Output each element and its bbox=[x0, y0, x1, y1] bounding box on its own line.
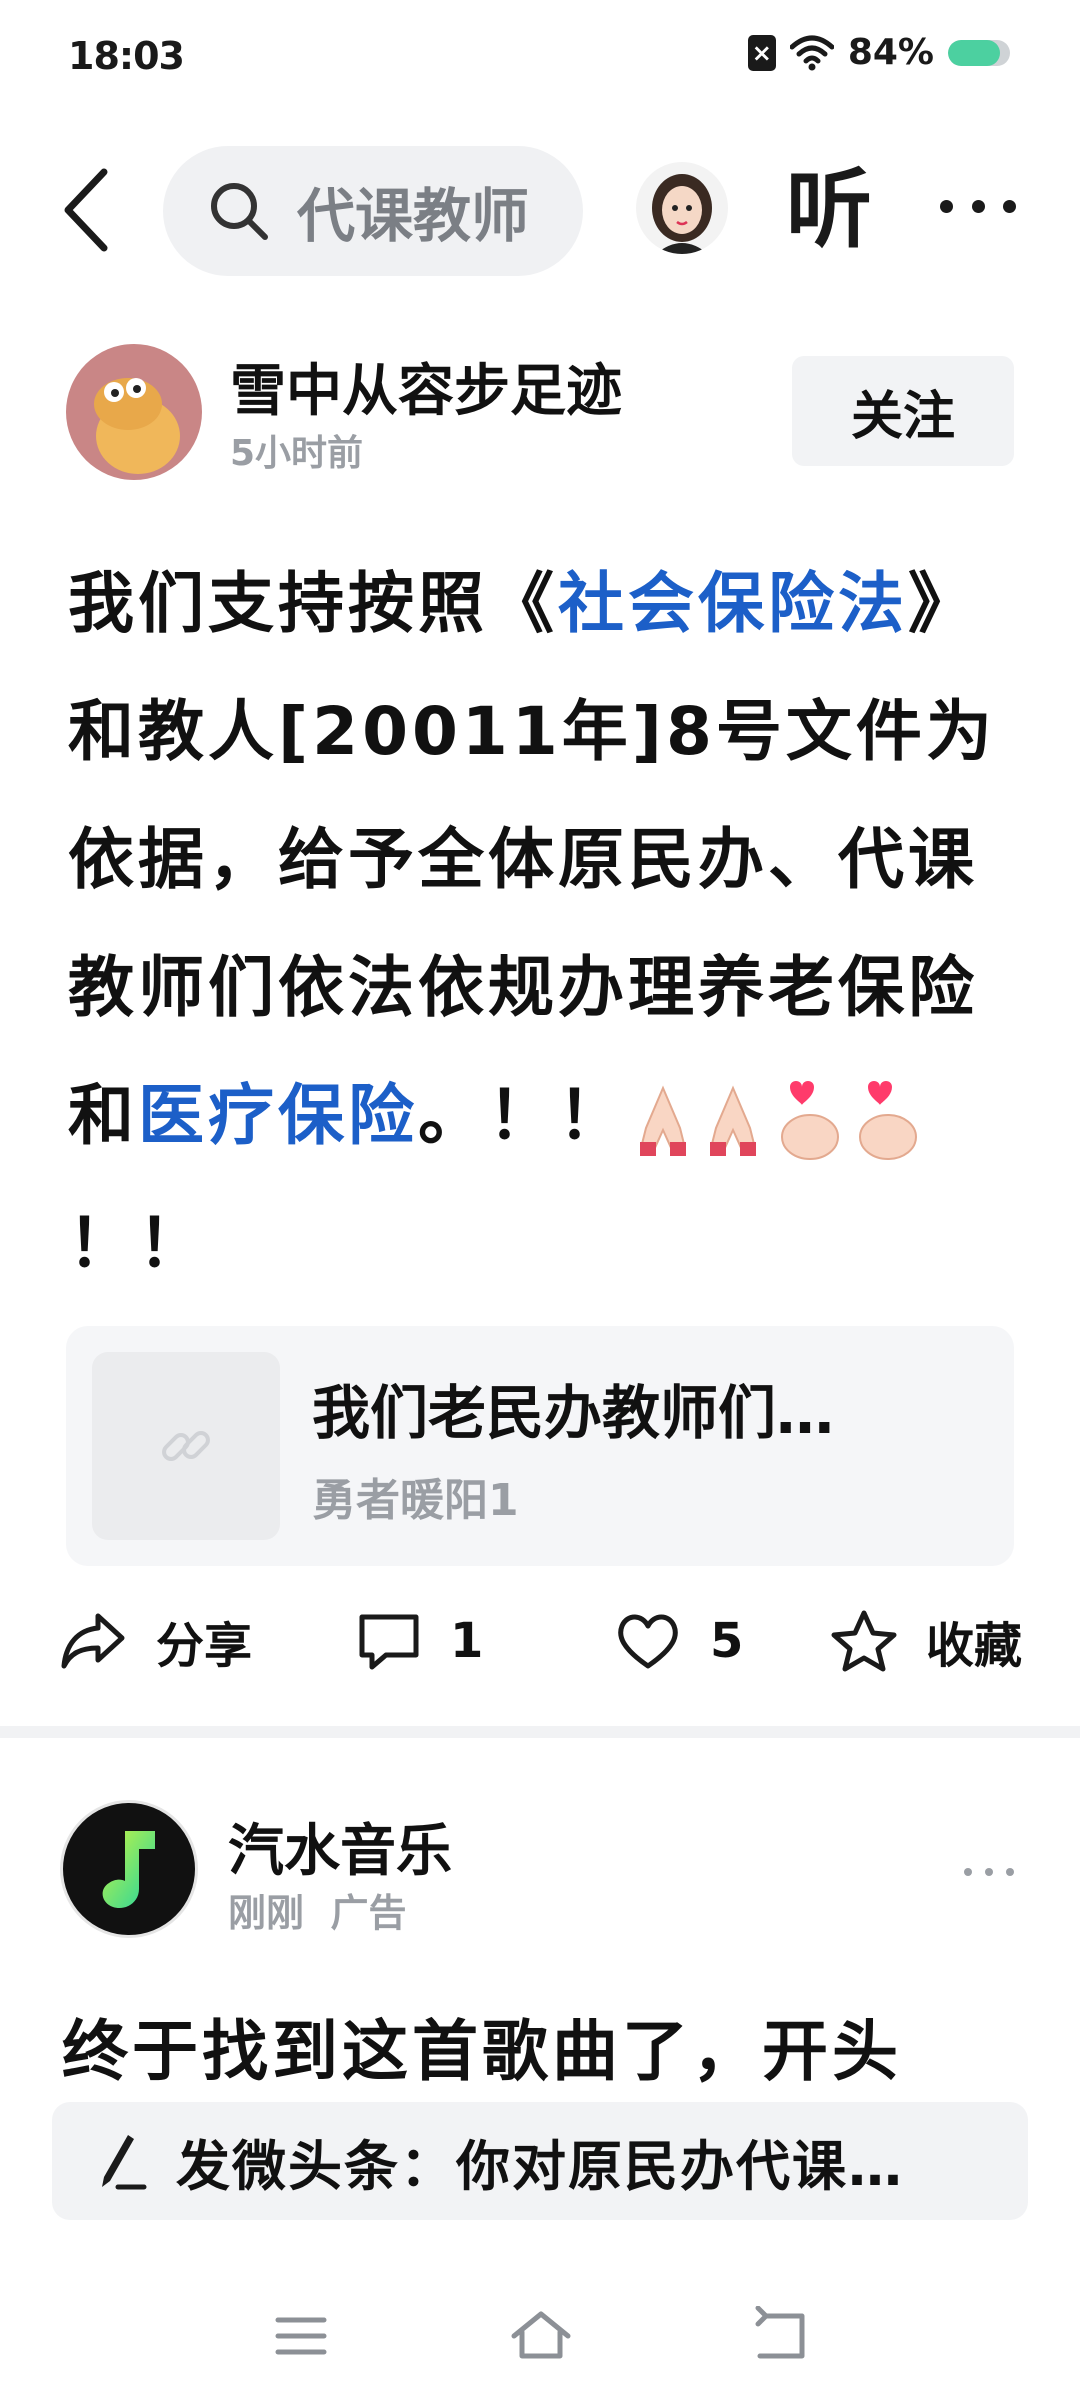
share-icon bbox=[61, 1613, 125, 1669]
listen-button[interactable]: 听 bbox=[786, 160, 872, 260]
comment-icon bbox=[359, 1614, 419, 1670]
finger-heart-icon bbox=[859, 1080, 917, 1160]
link-social-insurance-law[interactable]: 社会保险法 bbox=[558, 565, 908, 642]
author-avatar-illustration bbox=[94, 378, 180, 474]
back-arrow-icon[interactable] bbox=[54, 160, 124, 260]
battery-fill bbox=[948, 39, 1001, 66]
finger-heart-icon bbox=[781, 1080, 839, 1160]
ad-avatar[interactable] bbox=[60, 1800, 198, 1938]
like-button[interactable]: 5 bbox=[614, 1606, 743, 1676]
status-time: 18:03 bbox=[68, 34, 185, 78]
ad-more-icon[interactable] bbox=[964, 1868, 1014, 1878]
share-button[interactable]: 分享 bbox=[58, 1606, 252, 1676]
link-card[interactable]: 我们老民办教师们… 勇者暖阳1 bbox=[66, 1326, 1014, 1566]
home-nav-icon[interactable] bbox=[506, 2306, 576, 2366]
post-text-3: 。！！ bbox=[418, 1077, 628, 1154]
follow-button[interactable]: 关注 bbox=[792, 356, 1014, 466]
post-text-1: 我们支持按照《 bbox=[68, 565, 558, 642]
link-medical-insurance[interactable]: 医疗保险 bbox=[138, 1077, 418, 1154]
sim-off-icon: × bbox=[747, 34, 776, 71]
author-avatar[interactable] bbox=[66, 344, 202, 480]
praying-hands-icon bbox=[640, 1085, 686, 1156]
ad-meta: 刚刚 广告 bbox=[228, 1882, 407, 1937]
link-icon bbox=[162, 1431, 210, 1461]
like-count: 5 bbox=[710, 1613, 744, 1669]
favorite-button[interactable]: 收藏 bbox=[830, 1606, 1022, 1676]
wifi-icon bbox=[789, 35, 834, 70]
link-card-author: 勇者暖阳1 bbox=[312, 1475, 519, 1526]
pen-icon bbox=[102, 2135, 147, 2190]
menu-nav-icon[interactable] bbox=[266, 2306, 336, 2366]
post-text-4: ！！ bbox=[68, 1205, 208, 1282]
battery-icon bbox=[948, 39, 1010, 66]
heart-icon bbox=[618, 1614, 678, 1669]
search-query: 代课教师 bbox=[297, 182, 530, 250]
avatar-illustration bbox=[652, 174, 712, 254]
user-avatar[interactable] bbox=[636, 162, 728, 254]
search-box[interactable]: 代课教师 bbox=[163, 146, 583, 276]
praying-hands-icon bbox=[710, 1085, 756, 1156]
post-time: 5小时前 bbox=[230, 433, 364, 474]
status-icons: × 84% bbox=[747, 32, 1010, 73]
link-card-title: 我们老民办教师们… bbox=[312, 1379, 835, 1447]
post-text-2: 》和教人[20011年]8号文件为依据，给予全体原民办、代课教师们依法依规办理养… bbox=[68, 565, 996, 1154]
compose-text: 发微头条：你对原民办代课… bbox=[176, 2134, 904, 2198]
back-nav-icon[interactable] bbox=[746, 2306, 816, 2366]
feed-divider bbox=[0, 1726, 1080, 1738]
comment-count: 1 bbox=[450, 1613, 484, 1669]
author-name[interactable]: 雪中从容步足迹 bbox=[230, 346, 622, 427]
ad-tag: 广告 bbox=[330, 1891, 407, 1935]
ad-text[interactable]: 终于找到这首歌曲了，开头 bbox=[62, 1998, 902, 2094]
post-body: 我们支持按照《社会保险法》和教人[20011年]8号文件为依据，给予全体原民办、… bbox=[68, 540, 1028, 1308]
music-note-icon bbox=[102, 1831, 155, 1909]
ad-time: 刚刚 bbox=[228, 1891, 305, 1935]
compose-bar[interactable]: 发微头条：你对原民办代课… bbox=[52, 2102, 1028, 2220]
battery-percent: 84% bbox=[847, 32, 934, 73]
search-icon bbox=[211, 183, 268, 240]
share-label: 分享 bbox=[156, 1618, 253, 1674]
ad-name[interactable]: 汽水音乐 bbox=[228, 1806, 452, 1887]
link-thumbnail bbox=[92, 1352, 280, 1540]
comment-button[interactable]: 1 bbox=[356, 1606, 483, 1676]
star-icon bbox=[831, 1610, 897, 1672]
favorite-label: 收藏 bbox=[926, 1618, 1023, 1674]
more-options-icon[interactable] bbox=[940, 200, 1016, 216]
